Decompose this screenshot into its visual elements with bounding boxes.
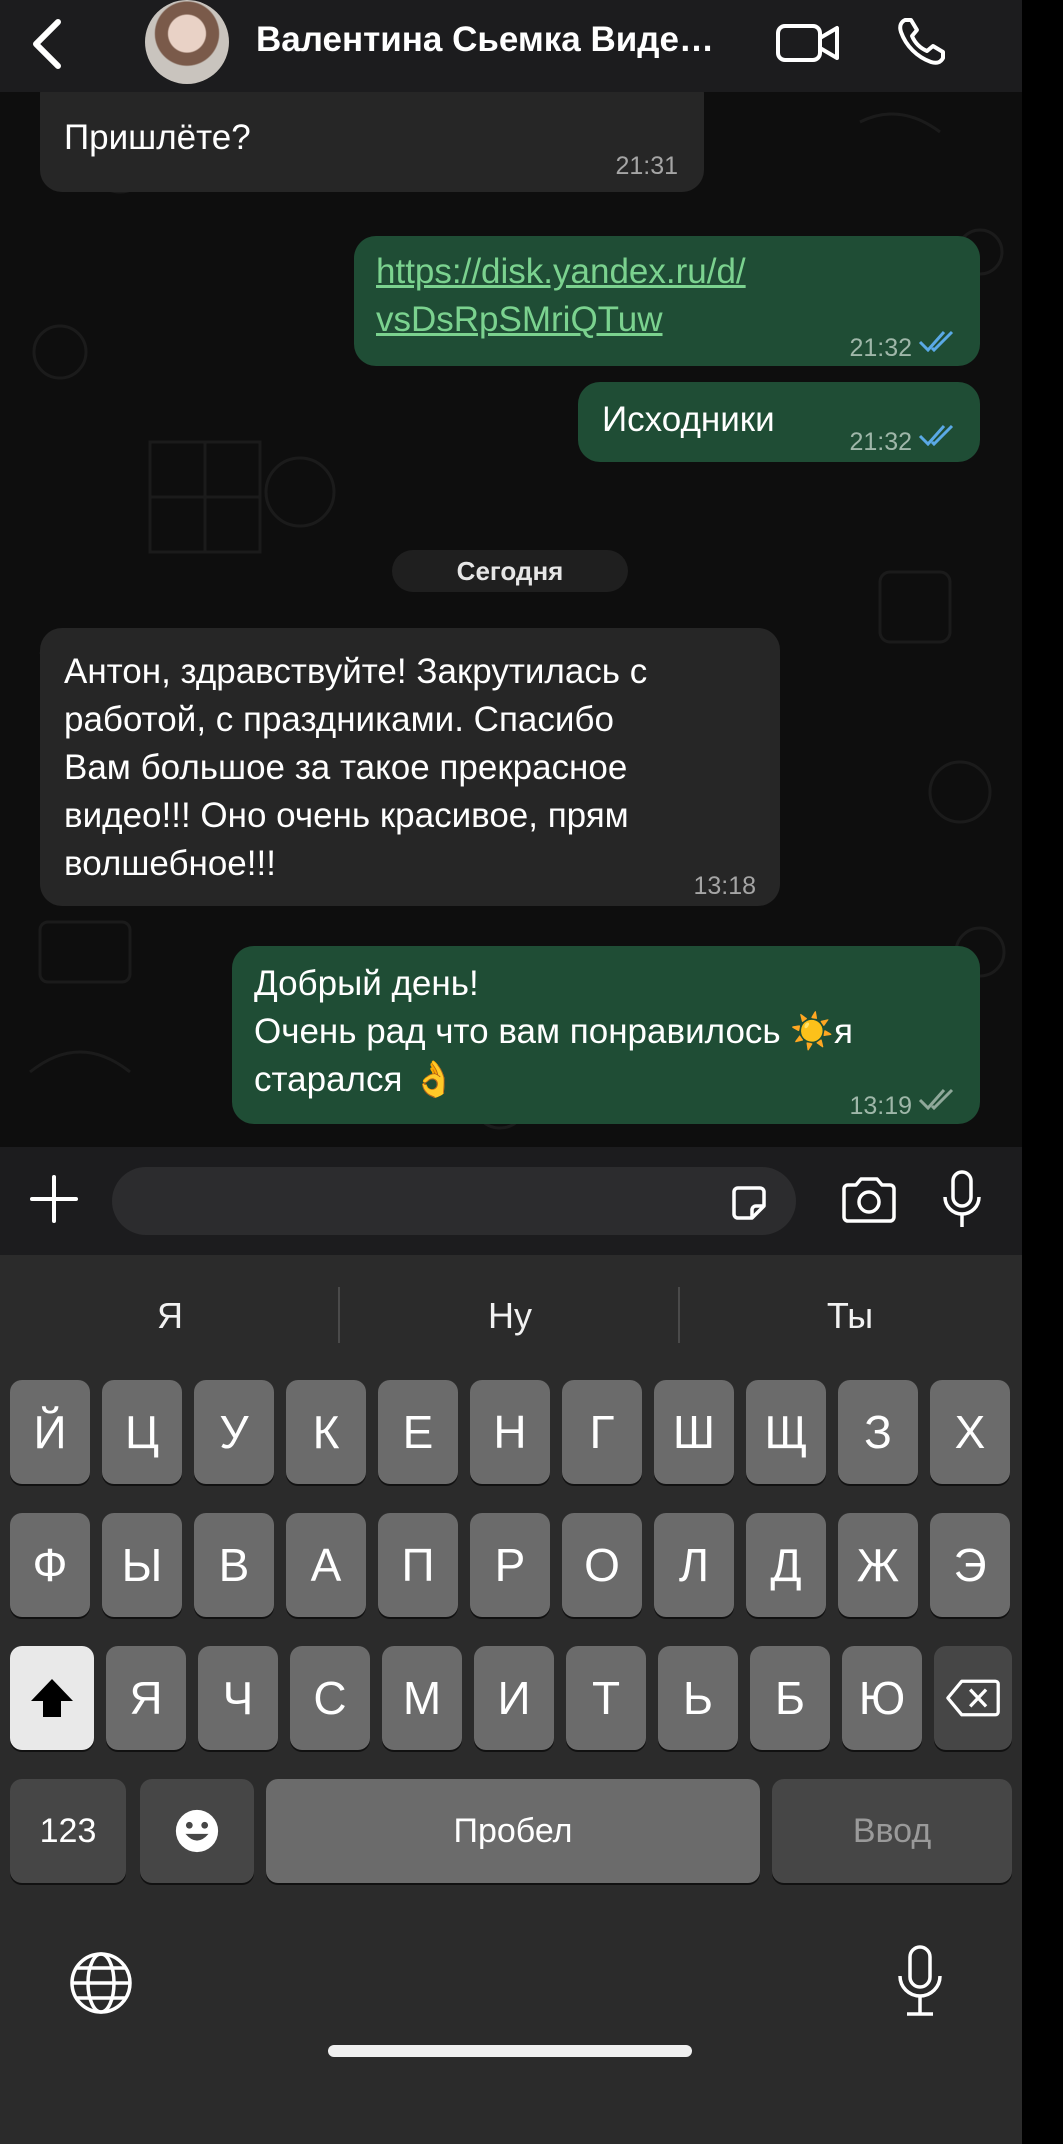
key[interactable]: Н <box>470 1380 550 1484</box>
key[interactable]: Ф <box>10 1513 90 1617</box>
message-time: 21:32 <box>849 428 912 456</box>
camera-icon[interactable] <box>840 1175 898 1225</box>
key[interactable]: Ы <box>102 1513 182 1617</box>
composer-bar <box>0 1147 1022 1255</box>
key[interactable]: Я <box>106 1646 186 1750</box>
globe-icon[interactable] <box>68 1950 134 2016</box>
message-text-line: волшебное!!! <box>64 844 276 883</box>
message-text-line: Добрый день! <box>254 964 479 1003</box>
key[interactable]: З <box>838 1380 918 1484</box>
read-check-icon <box>918 424 954 446</box>
key[interactable]: Т <box>566 1646 646 1750</box>
chat-header: Валентина Сьемка Виде… <box>0 0 1022 92</box>
date-separator: Сегодня <box>392 550 628 592</box>
chat-screen: Валентина Сьемка Виде… Пришлёте? 21:31 h… <box>0 0 1022 2144</box>
backspace-icon <box>946 1679 1000 1717</box>
key[interactable]: П <box>378 1513 458 1617</box>
message-list[interactable]: Пришлёте? 21:31 https://disk.yandex.ru/d… <box>0 92 1022 1147</box>
key[interactable]: Б <box>750 1646 830 1750</box>
read-check-icon <box>918 330 954 352</box>
suggestion[interactable]: Ну <box>340 1295 680 1337</box>
key[interactable]: Г <box>562 1380 642 1484</box>
key[interactable]: К <box>286 1380 366 1484</box>
key[interactable]: Ч <box>198 1646 278 1750</box>
key[interactable]: И <box>474 1646 554 1750</box>
message-input[interactable] <box>112 1167 796 1235</box>
key[interactable]: Ь <box>658 1646 738 1750</box>
message-link[interactable]: https://disk.yandex.ru/d/ <box>376 248 746 296</box>
message-text: Пришлёте? <box>64 118 251 157</box>
message-text-line: Очень рад что вам понравилось ☀️я <box>254 1012 853 1051</box>
key[interactable]: С <box>290 1646 370 1750</box>
key[interactable]: Ц <box>102 1380 182 1484</box>
chat-title[interactable]: Валентина Сьемка Виде… <box>256 20 714 60</box>
key[interactable]: Щ <box>746 1380 826 1484</box>
delivered-check-icon <box>918 1088 954 1110</box>
dictation-mic-icon[interactable] <box>895 1944 945 2020</box>
video-call-icon[interactable] <box>775 18 841 68</box>
key[interactable]: М <box>382 1646 462 1750</box>
message-time: 21:31 <box>615 152 678 180</box>
message-time: 13:18 <box>693 872 756 900</box>
message-text-line: Антон, здравствуйте! Закрутилась с <box>64 652 648 691</box>
key[interactable]: Л <box>654 1513 734 1617</box>
key[interactable]: Д <box>746 1513 826 1617</box>
backspace-key[interactable] <box>934 1646 1012 1750</box>
key[interactable]: Р <box>470 1513 550 1617</box>
key[interactable]: Ю <box>842 1646 922 1750</box>
message-text: Исходники <box>602 400 775 439</box>
message-text-line: Вам большое за такое прекрасное <box>64 748 628 787</box>
message-outgoing[interactable]: Исходники 21:32 <box>578 382 980 462</box>
message-time: 21:32 <box>849 334 912 362</box>
message-text-line: работой, с праздниками. Спасибо <box>64 700 614 739</box>
message-outgoing[interactable]: Добрый день! Очень рад что вам понравило… <box>232 946 980 1124</box>
suggestion-bar: Я Ну Ты <box>0 1255 1022 1375</box>
phone-icon[interactable] <box>893 14 949 70</box>
space-key[interactable]: Пробел <box>266 1779 760 1883</box>
home-indicator <box>328 2045 692 2057</box>
message-time: 13:19 <box>849 1092 912 1120</box>
avatar[interactable] <box>145 0 229 84</box>
key[interactable]: Й <box>10 1380 90 1484</box>
attach-plus-icon[interactable] <box>28 1173 80 1225</box>
keyboard: Я Ну Ты Й Ц У К Е Н Г Ш Щ З Х Ф Ы В А П … <box>0 1255 1022 2144</box>
shift-key[interactable] <box>10 1646 94 1750</box>
key[interactable]: А <box>286 1513 366 1617</box>
enter-key[interactable]: Ввод <box>772 1779 1012 1883</box>
message-text-line: старался 👌 <box>254 1060 456 1099</box>
numbers-key[interactable]: 123 <box>10 1779 126 1883</box>
suggestion[interactable]: Я <box>0 1295 340 1337</box>
key[interactable]: У <box>194 1380 274 1484</box>
key[interactable]: Х <box>930 1380 1010 1484</box>
back-chevron-icon[interactable] <box>22 14 72 74</box>
emoji-icon <box>175 1809 219 1853</box>
key[interactable]: О <box>562 1513 642 1617</box>
message-text-line: видео!!! Оно очень красивое, прям <box>64 796 629 835</box>
message-link[interactable]: vsDsRpSMriQTuw <box>376 296 746 344</box>
microphone-icon[interactable] <box>940 1169 984 1231</box>
key[interactable]: Ж <box>838 1513 918 1617</box>
suggestion[interactable]: Ты <box>680 1295 1020 1337</box>
emoji-key[interactable] <box>140 1779 254 1883</box>
message-incoming[interactable]: Пришлёте? 21:31 <box>40 92 704 192</box>
message-incoming[interactable]: Антон, здравствуйте! Закрутилась с работ… <box>40 628 780 906</box>
key[interactable]: Ш <box>654 1380 734 1484</box>
key[interactable]: Е <box>378 1380 458 1484</box>
screen-edge <box>1022 0 1063 2144</box>
sticker-icon[interactable] <box>728 1182 770 1224</box>
key[interactable]: В <box>194 1513 274 1617</box>
shift-arrow-icon <box>31 1679 73 1717</box>
key[interactable]: Э <box>930 1513 1010 1617</box>
message-outgoing[interactable]: https://disk.yandex.ru/d/ vsDsRpSMriQTuw… <box>354 236 980 366</box>
